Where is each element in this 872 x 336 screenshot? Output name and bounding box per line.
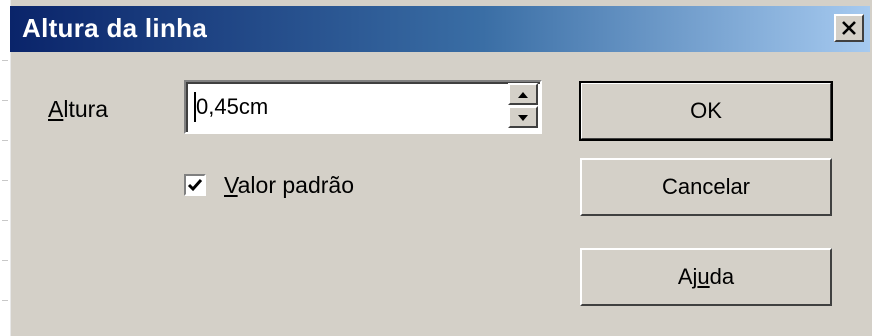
height-label: Altura (48, 96, 108, 123)
default-value-label-rest: alor padrão (237, 171, 354, 198)
default-value-option[interactable]: Valor padrão (184, 170, 354, 200)
help-label-pre: Aj (677, 264, 698, 289)
help-label-mnemonic: u (697, 264, 710, 289)
close-button[interactable] (834, 14, 864, 42)
spin-down-button[interactable] (508, 106, 538, 128)
default-value-checkbox[interactable] (184, 174, 206, 196)
title-bar[interactable]: Altura da linha (10, 6, 870, 52)
row-height-dialog: Altura da linha Altura 0,45cm Valor padr… (0, 0, 872, 336)
height-label-rest: ltura (63, 96, 109, 122)
help-button[interactable]: Aj u da (580, 248, 832, 306)
spin-up-button[interactable] (508, 83, 538, 105)
height-input[interactable] (192, 92, 496, 122)
close-icon (841, 21, 857, 35)
text-caret (194, 92, 196, 122)
cancel-button[interactable]: Cancelar (580, 158, 832, 216)
height-label-mnemonic: A (48, 96, 64, 122)
help-label-post: da (709, 264, 735, 289)
default-value-label[interactable]: Valor padrão (224, 172, 354, 199)
dialog-title: Altura da linha (22, 13, 208, 43)
height-spinbox[interactable] (184, 80, 542, 134)
arrow-up-icon (518, 85, 528, 103)
ok-button[interactable]: OK (579, 81, 833, 141)
default-value-mnemonic: V (224, 171, 238, 198)
arrow-down-icon (518, 108, 528, 126)
